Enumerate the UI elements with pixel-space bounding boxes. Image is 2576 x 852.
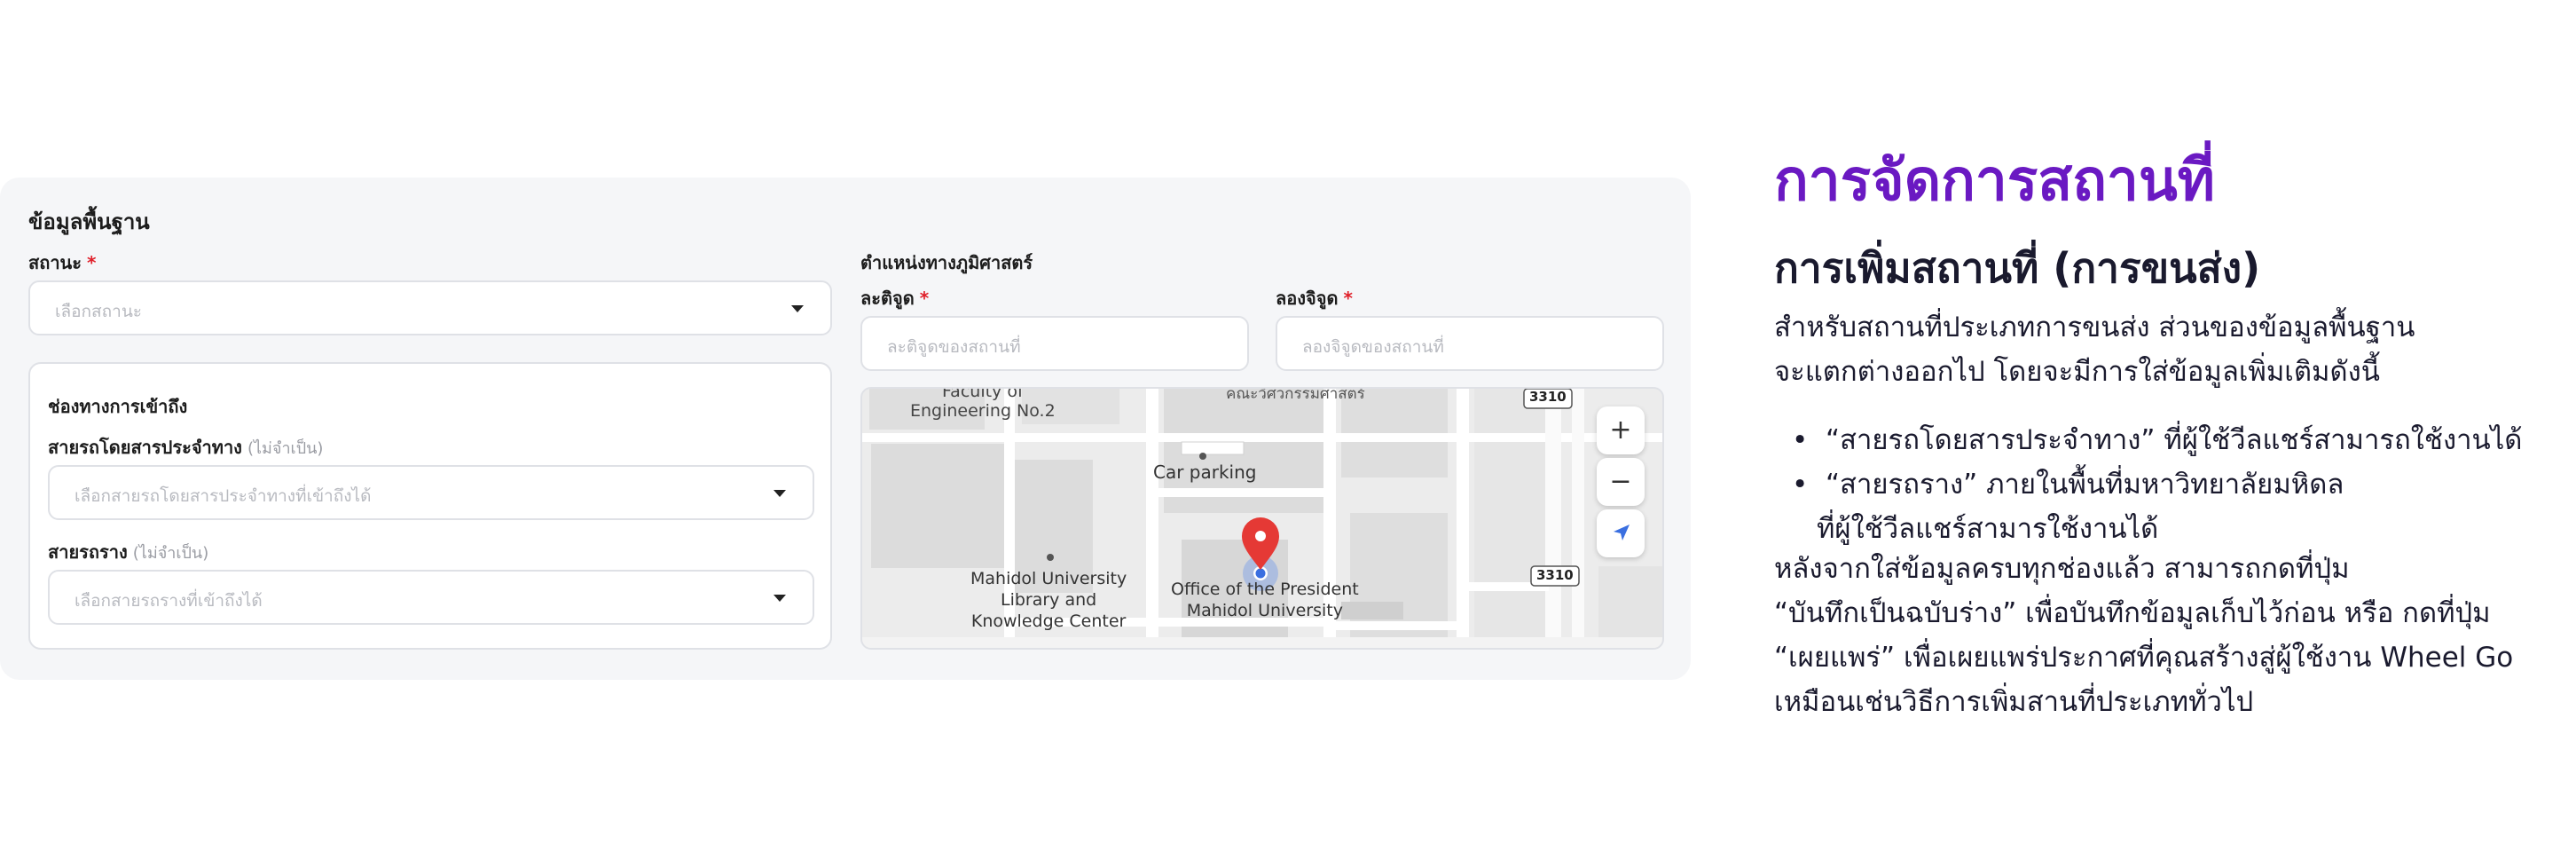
status-placeholder: เลือกสถานะ: [55, 302, 143, 321]
page-subtitle: การเพิ่มสถานที่ (การขนส่ง): [1774, 244, 2261, 292]
required-mark: *: [1343, 288, 1353, 309]
map-label-library-line1: Mahidol University: [970, 569, 1127, 588]
bullet-item-2: • “สายรถราง” ภายในพื้นที่มหาวิทยาลัยมหิด…: [1792, 469, 2344, 501]
section-title: ข้อมูลพื้นฐาน: [28, 209, 150, 234]
bullet-item-1-text: “สายรถโดยสารประจำทาง” ที่ผู้ใช้วีลแชร์สา…: [1826, 424, 2523, 456]
navigation-arrow-icon: [1614, 525, 1630, 540]
rail-placeholder: เลือกสายรถรางที่เข้าถึงได้: [75, 591, 263, 611]
bullet-item-2-text: “สายรถราง” ภายในพื้นที่มหาวิทยาลัยมหิดล: [1826, 469, 2344, 501]
chevron-down-icon: [774, 595, 786, 602]
locate-me-button[interactable]: [1597, 509, 1645, 557]
latitude-input[interactable]: ละติจูดของสถานที่: [860, 316, 1249, 371]
map-label-office-line2: Mahidol University: [1186, 601, 1343, 620]
map-label-faculty-thai: คณะวิศวกรรมศาสตร์: [1226, 387, 1365, 403]
zoom-out-button[interactable]: −: [1597, 458, 1645, 506]
status-label-text: สถานะ: [28, 252, 82, 273]
map-label-office-line1: Office of the President: [1171, 580, 1359, 599]
chevron-down-icon: [791, 305, 804, 312]
bus-route-select[interactable]: เลือกสายรถโดยสารประจำทางที่เข้าถึงได้: [48, 465, 814, 520]
map-label-car-parking: Car parking: [1153, 462, 1257, 483]
zoom-in-button[interactable]: +: [1597, 406, 1645, 454]
intro-line-1: สำหรับสถานที่ประเภทการขนส่ง ส่วนของข้อมู…: [1774, 312, 2415, 343]
required-mark: *: [86, 252, 97, 273]
bus-optional: (ไม่จำเป็น): [247, 439, 324, 458]
rail-route-select[interactable]: เลือกสายรถรางที่เข้าถึงได้: [48, 570, 814, 625]
latitude-label: ละติจูด *: [860, 284, 929, 312]
status-label: สถานะ *: [28, 248, 96, 277]
map-label-library-line2: Library and: [1000, 590, 1097, 610]
rail-label: สายรถราง (ไม่จำเป็น): [48, 538, 208, 566]
bullet-item-1: • “สายรถโดยสารประจำทาง” ที่ผู้ใช้วีลแชร์…: [1792, 424, 2523, 456]
bullet-item-2-cont: ที่ผู้ใช้วีลแชร์สามารใช้งานได้: [1817, 513, 2159, 545]
longitude-label-text: ลองจิจูด: [1276, 288, 1339, 309]
page-title: การจัดการสถานที่: [1774, 148, 2215, 214]
geo-title: ตำแหน่งทางภูมิศาสตร์: [860, 252, 1033, 273]
status-select[interactable]: เลือกสถานะ: [28, 280, 832, 335]
map-label-library-line3: Knowledge Center: [970, 611, 1127, 631]
longitude-label: ลองจิจูด *: [1276, 284, 1353, 312]
outro-line-3: “เผยแพร่” เพื่อเผยแพร่ประกาศที่คุณสร้างส…: [1774, 642, 2514, 674]
location-map[interactable]: Faculty of Engineering No.2 คณะวิศวกรรมศ…: [860, 387, 1664, 650]
rail-optional: (ไม่จำเป็น): [132, 544, 209, 563]
outro-line-1: หลังจากใส่ข้อมูลครบทุกช่องแล้ว สามารถกดท…: [1774, 553, 2350, 585]
chevron-down-icon: [774, 490, 786, 497]
access-title: ช่องทางการเข้าถึง: [48, 396, 188, 417]
outro-line-2: “บันทึกเป็นฉบับร่าง” เพื่อบันทึกข้อมูลเก…: [1774, 597, 2491, 629]
bus-label: สายรถโดยสารประจำทาง (ไม่จำเป็น): [48, 433, 323, 462]
map-label-library: Mahidol University Library and Knowledge…: [970, 568, 1127, 632]
intro-line-2: จะแตกต่างออกไป โดยจะมีการใส่ข้อมูลเพิ่มเ…: [1774, 356, 2380, 388]
map-label-engineering: Faculty of Engineering No.2: [910, 387, 1056, 421]
outro-line-4: เหมือนเช่นวิธีการเพิ่มสานที่ประเภททั่วไป: [1774, 686, 2254, 718]
required-mark: *: [919, 288, 930, 309]
bus-placeholder: เลือกสายรถโดยสารประจำทางที่เข้าถึงได้: [75, 486, 372, 506]
basic-info-panel: ข้อมูลพื้นฐาน สถานะ * เลือกสถานะ ช่องทางก…: [0, 178, 1691, 680]
latitude-placeholder: ละติจูดของสถานที่: [887, 337, 1021, 357]
longitude-placeholder: ลองจิจูดของสถานที่: [1302, 337, 1444, 357]
longitude-input[interactable]: ลองจิจูดของสถานที่: [1276, 316, 1664, 371]
latitude-label-text: ละติจูด: [860, 288, 915, 309]
bus-label-text: สายรถโดยสารประจำทาง: [48, 437, 242, 458]
map-label-engineering-line1: Faculty of: [942, 387, 1024, 401]
road-shield-3310-mid: 3310: [1536, 567, 1574, 583]
access-section: ช่องทางการเข้าถึง สายรถโดยสารประจำทาง (ไม…: [28, 362, 832, 650]
rail-label-text: สายรถราง: [48, 541, 128, 563]
road-shield-3310-top: 3310: [1529, 389, 1567, 405]
map-label-office: Office of the President Mahidol Universi…: [1171, 579, 1359, 621]
map-label-engineering-line2: Engineering No.2: [910, 401, 1056, 421]
